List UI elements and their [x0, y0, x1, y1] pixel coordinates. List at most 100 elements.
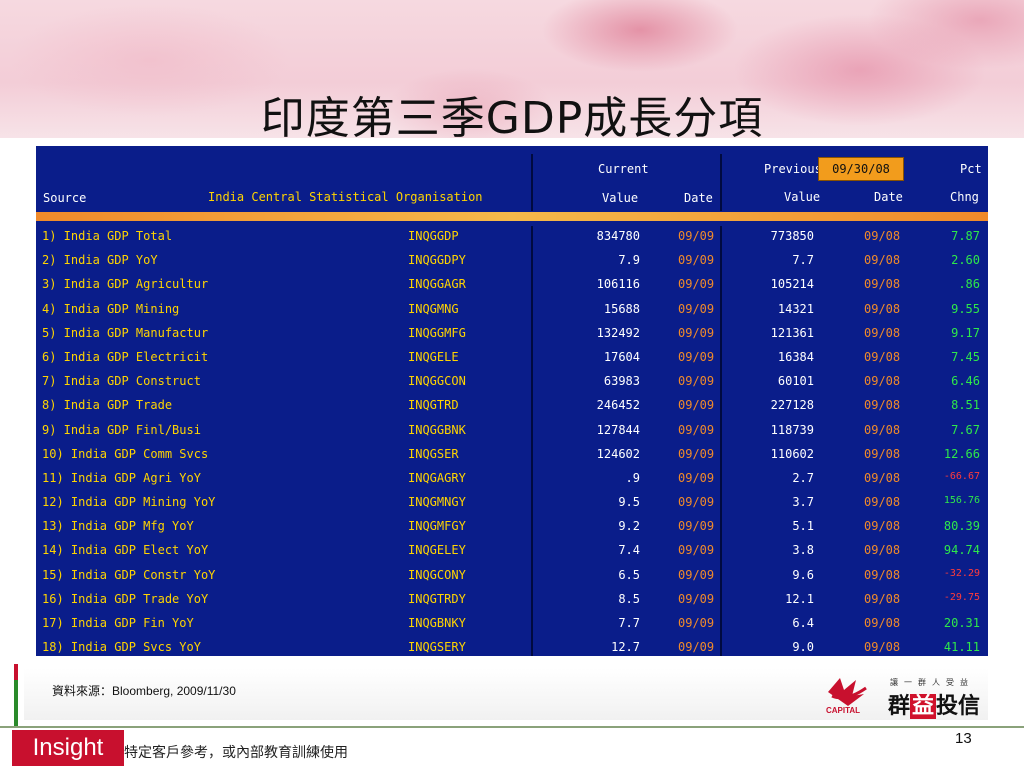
- table-row[interactable]: 9) India GDP Finl/Busi INQGGBNK 127844 09/0…: [36, 420, 988, 444]
- table-row[interactable]: 2) India GDP YoY INQGGDPY 7.9 09/09 7.7 09/08…: [36, 250, 988, 274]
- table-row[interactable]: 8) India GDP Trade INQGTRD 246452 09/09 2271…: [36, 395, 988, 419]
- row-previous-date: 09/08: [864, 229, 901, 243]
- row-pct-change: .86: [958, 277, 980, 292]
- row-ticker: INQGGBNK: [408, 422, 466, 437]
- row-previous-date: 09/08: [864, 470, 901, 485]
- row-previous-date: 09/08: [864, 301, 901, 316]
- row-previous-date: 09/08: [864, 446, 901, 461]
- table-row[interactable]: 12) India GDP Mining YoY INQGMNGY 9.5 09/09…: [36, 492, 988, 516]
- disclaimer: 特定客戶參考，或內部教育訓練使用: [124, 745, 348, 761]
- previous-date-field[interactable]: 09/30/08: [818, 157, 904, 181]
- table-row[interactable]: 1) India GDP Total INQGGDP 834780 09/09 7738…: [36, 226, 988, 250]
- row-previous-date: 09/08: [864, 398, 901, 413]
- row-current-date: 09/09: [678, 519, 715, 534]
- table-row[interactable]: 15) India GDP Constr YoY INQGCONY 6.5 09/09…: [36, 565, 988, 589]
- row-previous-date: 09/08: [864, 640, 901, 655]
- table-row[interactable]: 10) India GDP Comm Svcs INQGSER 124602 09/0…: [36, 444, 988, 468]
- table-row[interactable]: 11) India GDP Agri YoY INQGAGRY .9 09/09 2.7…: [36, 468, 988, 492]
- row-current-date: 09/09: [678, 567, 715, 582]
- current-date-label: Date: [684, 191, 713, 205]
- row-ticker: INQGMFGY: [408, 519, 466, 534]
- row-name: 9) India GDP Finl/Busi: [42, 422, 201, 437]
- row-previous-value: 2.7: [792, 470, 814, 485]
- row-previous-date: 09/08: [864, 519, 901, 534]
- table-row[interactable]: 14) India GDP Elect YoY INQGELEY 7.4 09/09 3…: [36, 540, 988, 564]
- logo-char-1: 群: [888, 694, 911, 719]
- row-previous-date: 09/08: [864, 325, 901, 340]
- row-current-date: 09/09: [678, 495, 715, 510]
- row-pct-change: 7.87: [951, 229, 980, 243]
- row-pct-change: -66.67: [943, 470, 980, 482]
- row-pct-change: 9.17: [951, 325, 980, 340]
- row-previous-date: 09/08: [864, 374, 901, 389]
- row-ticker: INQGAGRY: [408, 470, 466, 485]
- row-current-value: 6.5: [618, 567, 640, 582]
- row-name: 8) India GDP Trade: [42, 398, 173, 413]
- row-current-date: 09/09: [678, 349, 715, 364]
- row-name: 2) India GDP YoY: [42, 253, 158, 268]
- row-current-date: 09/09: [678, 446, 715, 461]
- row-previous-value: 121361: [770, 325, 814, 340]
- row-pct-change: 156.76: [943, 495, 980, 507]
- row-pct-change: -32.29: [943, 567, 980, 579]
- row-current-date: 09/09: [678, 325, 715, 340]
- row-current-date: 09/09: [678, 253, 715, 268]
- row-pct-change: 2.60: [951, 253, 980, 268]
- table-row[interactable]: 17) India GDP Fin YoY INQGBNKY 7.7 09/09 6.4…: [36, 613, 988, 637]
- table-row[interactable]: 6) India GDP Electricit INQGELE 17604 09/09…: [36, 347, 988, 371]
- row-name: 7) India GDP Construct: [42, 374, 201, 389]
- row-ticker: INQGGDP: [408, 229, 459, 243]
- row-previous-value: 6.4: [792, 616, 814, 630]
- row-pct-change: 6.46: [951, 374, 980, 389]
- row-previous-value: 3.7: [792, 495, 814, 510]
- table-row[interactable]: 13) India GDP Mfg YoY INQGMFGY 9.2 09/09 5.1…: [36, 516, 988, 540]
- row-previous-value: 5.1: [792, 519, 814, 534]
- table-row[interactable]: 4) India GDP Mining INQGMNG 15688 09/09 1432…: [36, 299, 988, 323]
- row-previous-date: 09/08: [864, 543, 901, 558]
- row-pct-change: 41.11: [943, 640, 980, 655]
- row-previous-value: 105214: [770, 277, 814, 292]
- row-previous-value: 7.7: [792, 253, 814, 268]
- table-row[interactable]: 7) India GDP Construct INQGGCON 63983 09/09…: [36, 371, 988, 395]
- logo-char-2: 益: [910, 694, 937, 719]
- row-current-value: 7.4: [618, 543, 640, 558]
- row-previous-date: 09/08: [864, 422, 901, 437]
- table-row[interactable]: 5) India GDP Manufactur INQGGMFG 132492 09/…: [36, 323, 988, 347]
- row-previous-value: 3.8: [792, 543, 814, 558]
- row-previous-value: 773850: [770, 229, 814, 243]
- row-pct-change: 7.45: [951, 349, 980, 364]
- logo-text: 群益投信: [888, 688, 980, 720]
- previous-label: Previous: [764, 162, 822, 176]
- row-ticker: INQGELE: [408, 349, 459, 364]
- row-current-date: 09/09: [678, 543, 715, 558]
- source-value: India Central Statistical Organisation: [208, 190, 483, 204]
- row-current-date: 09/09: [678, 301, 715, 316]
- row-previous-date: 09/08: [864, 277, 901, 292]
- row-current-value: 127844: [596, 422, 640, 437]
- row-previous-value: 16384: [777, 349, 814, 364]
- row-current-date: 09/09: [678, 229, 715, 243]
- row-ticker: INQGGMFG: [408, 325, 466, 340]
- row-previous-value: 9.6: [792, 567, 814, 582]
- row-ticker: INQGBNKY: [408, 616, 466, 630]
- row-current-date: 09/09: [678, 616, 715, 630]
- row-name: 3) India GDP Agricultur: [42, 277, 209, 292]
- row-current-value: 9.5: [618, 495, 640, 510]
- column-divider: [531, 154, 533, 211]
- row-name: 16) India GDP Trade YoY: [42, 591, 209, 606]
- row-previous-value: 110602: [770, 446, 814, 461]
- row-current-value: 124602: [596, 446, 640, 461]
- row-current-date: 09/09: [678, 277, 715, 292]
- table-row[interactable]: 16) India GDP Trade YoY INQGTRDY 8.5 09/09 1…: [36, 589, 988, 613]
- row-pct-change: 12.66: [943, 446, 980, 461]
- row-previous-value: 227128: [770, 398, 814, 413]
- row-name: 14) India GDP Elect YoY: [42, 543, 209, 558]
- row-previous-date: 09/08: [864, 616, 901, 630]
- table-row[interactable]: 3) India GDP Agricultur INQGGAGR 106116 09/…: [36, 274, 988, 298]
- data-rows: 1) India GDP Total INQGGDP 834780 09/09 7738…: [36, 226, 988, 656]
- row-current-value: .9: [625, 470, 640, 485]
- row-current-value: 8.5: [618, 591, 640, 606]
- row-current-date: 09/09: [678, 591, 715, 606]
- row-name: 5) India GDP Manufactur: [42, 325, 209, 340]
- table-row[interactable]: 18) India GDP Svcs YoY INQGSERY 12.7 09/09 9…: [36, 637, 988, 656]
